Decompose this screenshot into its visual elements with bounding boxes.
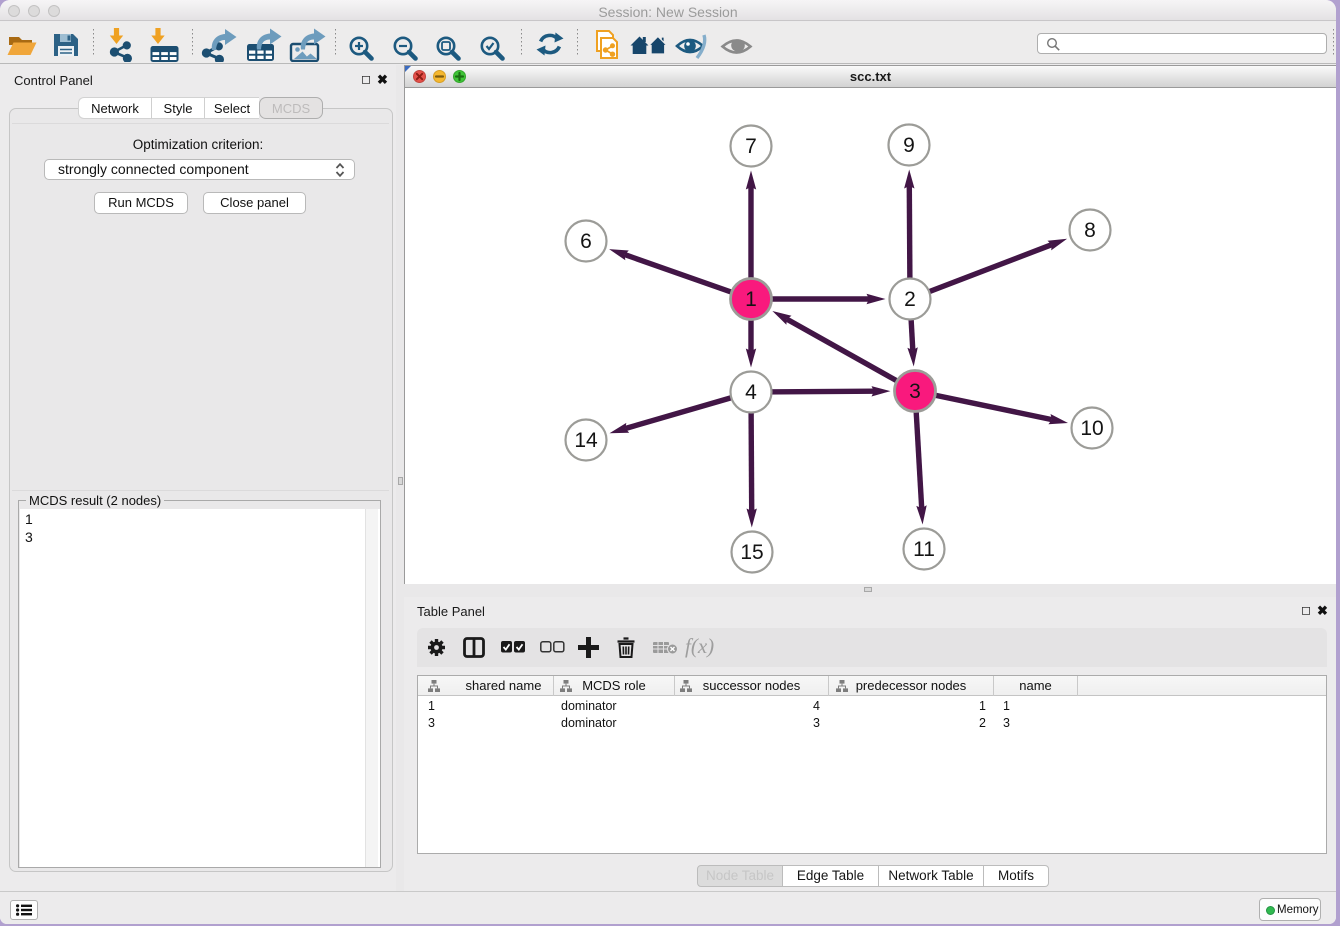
svg-text:3: 3 xyxy=(909,380,921,403)
svg-text:4: 4 xyxy=(745,381,757,404)
svg-text:2: 2 xyxy=(904,288,916,311)
svg-text:1: 1 xyxy=(745,288,757,311)
svg-text:14: 14 xyxy=(574,429,598,452)
svg-text:10: 10 xyxy=(1080,417,1103,440)
svg-text:11: 11 xyxy=(913,538,935,561)
svg-text:6: 6 xyxy=(580,230,592,253)
svg-text:9: 9 xyxy=(903,134,915,157)
svg-text:7: 7 xyxy=(745,135,757,158)
svg-text:8: 8 xyxy=(1084,219,1096,242)
svg-text:15: 15 xyxy=(740,541,763,564)
